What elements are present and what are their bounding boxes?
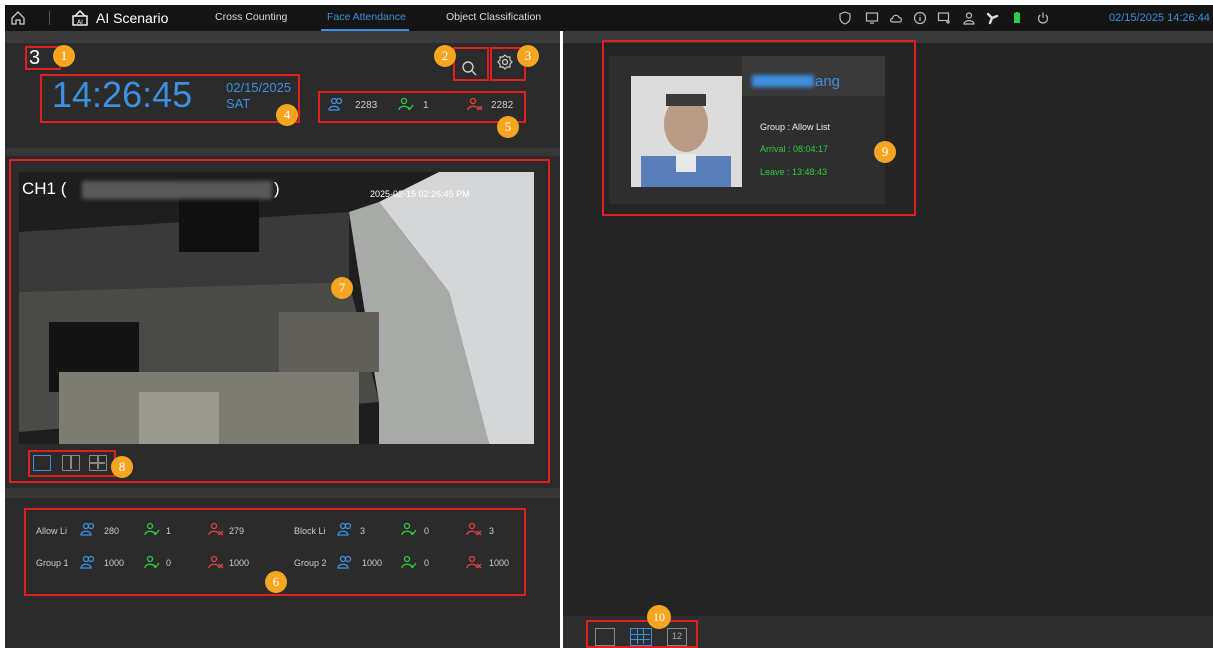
divider-strip: [5, 148, 560, 156]
svg-text:AI: AI: [77, 19, 83, 26]
annotation-box-7: [9, 159, 550, 483]
fan-icon[interactable]: [985, 11, 999, 25]
annotation-box-10: [586, 620, 698, 648]
divider-strip: [5, 488, 560, 498]
annotation-badge-9: 9: [874, 141, 896, 163]
home-icon[interactable]: [9, 9, 27, 27]
annotation-badge-5: 5: [497, 116, 519, 138]
cloud-icon[interactable]: [889, 11, 903, 25]
annotation-badge-10: 10: [647, 605, 671, 629]
user-icon[interactable]: [962, 11, 976, 25]
annotation-badge-4: 4: [276, 104, 298, 126]
annotation-box-5: [318, 91, 526, 123]
shield-icon[interactable]: [838, 11, 852, 25]
annotation-badge-2: 2: [434, 45, 456, 67]
info-icon[interactable]: [913, 11, 927, 25]
separator: [49, 11, 50, 25]
system-datetime: 02/15/2025 14:26:44: [1109, 12, 1210, 24]
monitor-icon[interactable]: [865, 11, 879, 25]
display-icon[interactable]: [937, 11, 951, 25]
annotation-box-2: [453, 47, 489, 81]
annotation-badge-6: 6: [265, 571, 287, 593]
tab-object-classification[interactable]: Object Classification: [446, 11, 541, 23]
ai-scenario-icon: AI: [72, 10, 88, 26]
left-header-strip: [5, 31, 560, 43]
top-bar: AI AI Scenario Cross Counting Face Atten…: [5, 5, 1213, 31]
battery-icon: [1014, 12, 1020, 23]
power-icon[interactable]: [1036, 11, 1050, 25]
annotation-box-4: [40, 74, 300, 123]
tab-cross-counting[interactable]: Cross Counting: [215, 11, 287, 23]
annotation-badge-1: 1: [53, 45, 75, 67]
annotation-badge-8: 8: [111, 456, 133, 478]
app-title: AI Scenario: [96, 10, 169, 26]
tab-face-attendance[interactable]: Face Attendance: [327, 11, 406, 23]
annotation-badge-7: 7: [331, 277, 353, 299]
annotation-box-9: [602, 40, 916, 216]
annotation-box-8: [28, 450, 116, 477]
annotation-badge-3: 3: [517, 45, 539, 67]
